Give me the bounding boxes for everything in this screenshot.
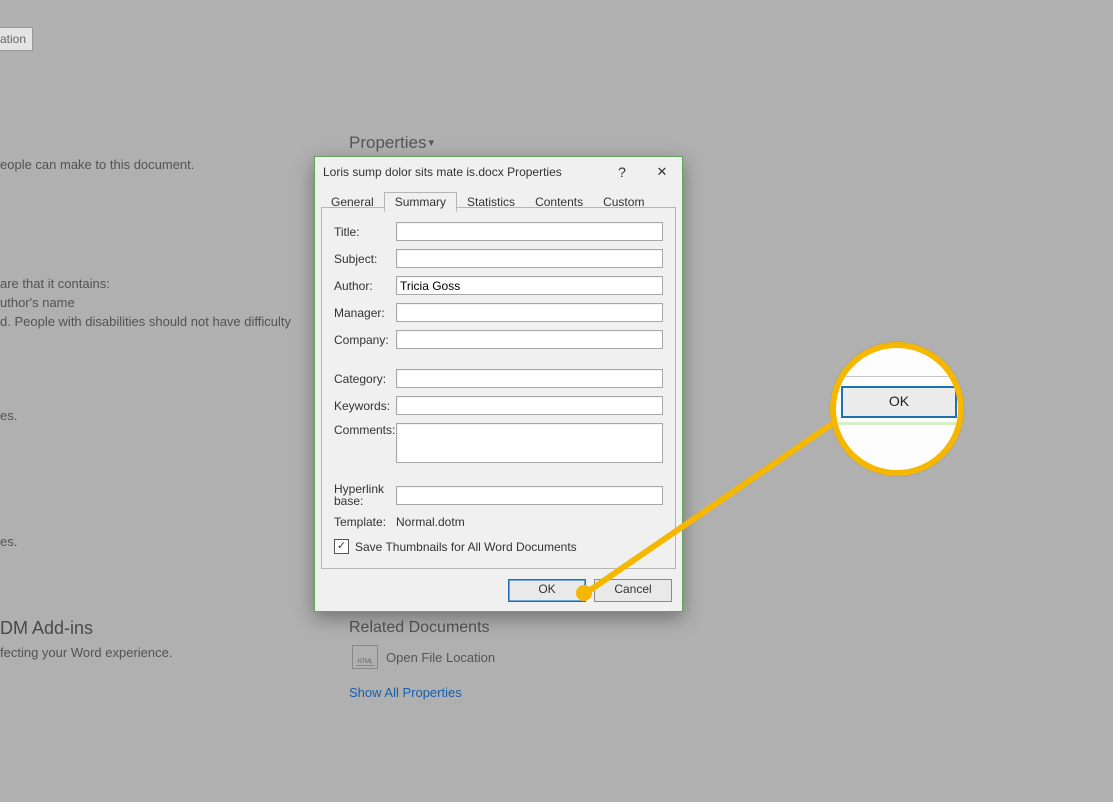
related-documents-heading: Related Documents [349,619,490,637]
open-file-location-link[interactable]: HTML Open File Location [352,645,495,669]
save-thumbnails-checkbox-row[interactable]: ✓ Save Thumbnails for All Word Documents [334,539,663,554]
dialog-titlebar: Loris sump dolor sits mate is.docx Prope… [315,157,682,186]
properties-heading-label: Properties [349,133,426,152]
bg-text-fragment-3: uthor's name [0,295,75,310]
bg-text-fragment-1: eople can make to this document. [0,157,194,172]
chevron-down-icon: ▾ [428,137,434,149]
protect-document-button-fragment[interactable]: ation [0,27,33,51]
bg-text-fragment-4: d. People with disabilities should not h… [0,314,291,329]
label-subject: Subject: [334,252,396,266]
addins-subtext-fragment: fecting your Word experience. [0,645,172,660]
bg-text-fragment-6: es. [0,534,17,549]
input-hyperlink-base[interactable] [396,486,663,505]
input-comments[interactable] [396,423,663,463]
label-manager: Manager: [334,306,396,320]
help-button[interactable]: ? [602,157,642,186]
properties-heading[interactable]: Properties▾ [349,133,434,153]
save-thumbnails-checkbox[interactable]: ✓ [334,539,349,554]
label-comments: Comments: [334,423,396,437]
label-category: Category: [334,372,396,386]
file-html-icon: HTML [352,645,378,669]
magnifier-ok-button: OK [841,386,957,418]
label-company: Company: [334,333,396,347]
label-title: Title: [334,225,396,239]
properties-dialog: Loris sump dolor sits mate is.docx Prope… [314,156,683,612]
callout-dot [576,585,592,601]
input-keywords[interactable] [396,396,663,415]
label-hyperlink-base: Hyperlink base: [334,483,396,507]
input-subject[interactable] [396,249,663,268]
magnifier-callout: OK [830,342,964,476]
bg-text-fragment-5: es. [0,408,17,423]
summary-form: Title: Subject: Author: Manager: Company… [321,207,676,569]
input-manager[interactable] [396,303,663,322]
save-thumbnails-label: Save Thumbnails for All Word Documents [355,540,577,554]
ok-button[interactable]: OK [508,579,586,602]
close-button[interactable]: ✕ [642,157,682,186]
label-template: Template: [334,515,396,529]
label-author: Author: [334,279,396,293]
input-author[interactable] [396,276,663,295]
bg-text-fragment-2: are that it contains: [0,276,110,291]
open-file-location-label: Open File Location [386,650,495,665]
file-icon-text: HTML [353,659,377,665]
value-template: Normal.dotm [396,515,465,529]
input-title[interactable] [396,222,663,241]
addins-heading-fragment: DM Add-ins [0,618,93,639]
input-category[interactable] [396,369,663,388]
tab-summary[interactable]: Summary [384,192,457,212]
show-all-properties-link[interactable]: Show All Properties [349,685,462,700]
label-keywords: Keywords: [334,399,396,413]
input-company[interactable] [396,330,663,349]
dialog-title-text: Loris sump dolor sits mate is.docx Prope… [323,165,602,179]
